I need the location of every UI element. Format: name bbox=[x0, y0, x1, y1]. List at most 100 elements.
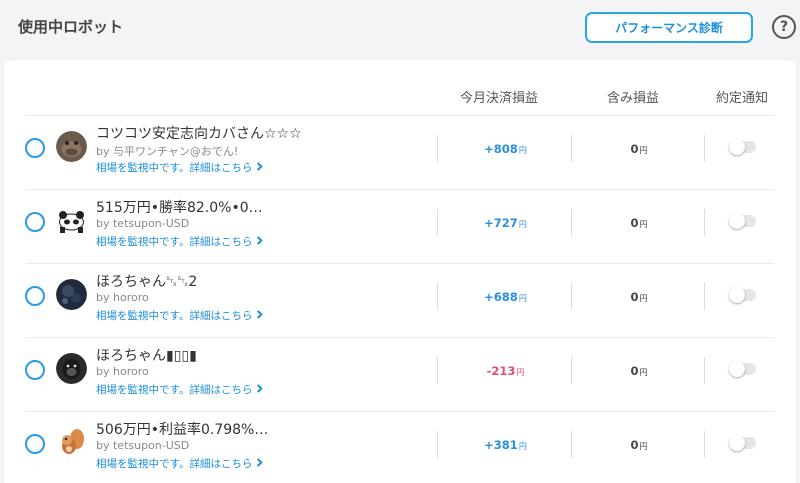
settled-pnl: +688円 bbox=[440, 290, 571, 304]
row-divider bbox=[26, 115, 774, 116]
toggle-knob bbox=[729, 213, 745, 229]
hippo-avatar-icon bbox=[56, 131, 87, 162]
robot-name[interactable]: コツコツ安定志向カバさん☆☆☆ bbox=[96, 123, 302, 143]
squirrel-avatar-icon bbox=[56, 427, 87, 458]
column-divider bbox=[571, 209, 572, 236]
robot-author: by 与平ワンチャン@おでん! bbox=[96, 145, 239, 158]
settled-pnl-unit: 円 bbox=[518, 146, 527, 155]
settled-pnl-value: -213 bbox=[486, 364, 516, 378]
column-divider bbox=[437, 135, 438, 162]
column-header-unrealized: 含み損益 bbox=[607, 91, 660, 106]
notify-toggle[interactable] bbox=[729, 435, 756, 451]
column-divider bbox=[704, 209, 705, 236]
column-divider bbox=[571, 357, 572, 384]
settled-pnl: +727円 bbox=[440, 216, 571, 230]
robot-author: by hororo bbox=[96, 365, 149, 378]
notify-toggle[interactable] bbox=[729, 139, 756, 155]
column-divider bbox=[704, 431, 705, 458]
robot-status-link[interactable]: 相場を監視中です。詳細はこちら bbox=[96, 382, 264, 397]
arrow-right-icon bbox=[255, 161, 264, 174]
column-divider bbox=[704, 135, 705, 162]
robot-author: by tetsupon-USD bbox=[96, 217, 190, 230]
robot-select-radio[interactable] bbox=[25, 286, 45, 306]
robot-status-text: 相場を監視中です。詳細はこちら bbox=[96, 458, 253, 470]
panda-avatar-icon bbox=[56, 205, 87, 236]
unrealized-pnl-value: 0 bbox=[630, 290, 639, 304]
settled-pnl-value: +727 bbox=[484, 216, 518, 230]
arrow-right-icon bbox=[255, 235, 264, 248]
unrealized-pnl-unit: 円 bbox=[639, 220, 648, 229]
unrealized-pnl: 0円 bbox=[574, 290, 704, 304]
column-header-settled: 今月決済損益 bbox=[460, 91, 539, 106]
unrealized-pnl-value: 0 bbox=[630, 216, 639, 230]
robot-name[interactable]: 506万円•利益率0.798%… bbox=[96, 419, 268, 439]
toggle-knob bbox=[729, 287, 745, 303]
unrealized-pnl: 0円 bbox=[574, 364, 704, 378]
robot-status-link[interactable]: 相場を監視中です。詳細はこちら bbox=[96, 234, 264, 249]
robot-status-text: 相場を監視中です。詳細はこちら bbox=[96, 162, 253, 174]
robot-status-text: 相場を監視中です。詳細はこちら bbox=[96, 384, 253, 396]
dark-avatar-icon bbox=[56, 279, 87, 310]
settled-pnl: -213円 bbox=[440, 364, 571, 378]
robot-status-link[interactable]: 相場を監視中です。詳細はこちら bbox=[96, 308, 264, 323]
robot-status-text: 相場を監視中です。詳細はこちら bbox=[96, 310, 253, 322]
robot-author: by tetsupon-USD bbox=[96, 439, 190, 452]
column-divider bbox=[437, 283, 438, 310]
settled-pnl-value: +381 bbox=[484, 438, 518, 452]
unrealized-pnl: 0円 bbox=[574, 438, 704, 452]
robot-status-link[interactable]: 相場を監視中です。詳細はこちら bbox=[96, 160, 264, 175]
robot-name[interactable]: ほろちゃん▮▯▯▮ bbox=[96, 345, 197, 365]
top-bar: 使用中ロボット パフォーマンス診断 ? bbox=[0, 0, 800, 60]
robot-status-link[interactable]: 相場を監視中です。詳細はこちら bbox=[96, 456, 264, 471]
row-divider bbox=[26, 411, 774, 412]
page-title: 使用中ロボット bbox=[18, 18, 124, 36]
row-divider bbox=[26, 189, 774, 190]
arrow-right-icon bbox=[255, 383, 264, 396]
notify-toggle[interactable] bbox=[729, 213, 756, 229]
toggle-knob bbox=[729, 361, 745, 377]
robot-row: コツコツ安定志向カバさん☆☆☆ by 与平ワンチャン@おでん! 相場を監視中です… bbox=[4, 115, 796, 188]
robot-select-radio[interactable] bbox=[25, 138, 45, 158]
robot-status-text: 相場を監視中です。詳細はこちら bbox=[96, 236, 253, 248]
robot-select-radio[interactable] bbox=[25, 212, 45, 232]
robot-row: 515万円•勝率82.0%•0… by tetsupon-USD 相場を監視中で… bbox=[4, 189, 796, 262]
robot-row: ほろちゃん␂␂2 by hororo 相場を監視中です。詳細はこちら +688円… bbox=[4, 263, 796, 336]
row-divider bbox=[26, 337, 774, 338]
arrow-right-icon bbox=[255, 457, 264, 470]
robot-select-radio[interactable] bbox=[25, 434, 45, 454]
robot-list-panel: 今月決済損益 含み損益 約定通知 コツコツ安定志向カバさん☆☆☆ by 与平ワン… bbox=[4, 60, 796, 483]
column-header-notify: 約定通知 bbox=[716, 91, 769, 106]
settled-pnl-unit: 円 bbox=[516, 368, 525, 377]
toggle-knob bbox=[729, 139, 745, 155]
robot-select-radio[interactable] bbox=[25, 360, 45, 380]
settled-pnl: +381円 bbox=[440, 438, 571, 452]
column-divider bbox=[571, 135, 572, 162]
settled-pnl-unit: 円 bbox=[518, 220, 527, 229]
settled-pnl-value: +808 bbox=[484, 142, 518, 156]
unrealized-pnl-unit: 円 bbox=[639, 294, 648, 303]
settled-pnl: +808円 bbox=[440, 142, 571, 156]
unrealized-pnl-value: 0 bbox=[630, 142, 639, 156]
column-divider bbox=[571, 431, 572, 458]
unrealized-pnl-value: 0 bbox=[630, 364, 639, 378]
column-divider bbox=[437, 209, 438, 236]
row-divider bbox=[26, 263, 774, 264]
help-icon[interactable]: ? bbox=[772, 15, 796, 39]
unrealized-pnl-unit: 円 bbox=[639, 442, 648, 451]
robot-name[interactable]: ほろちゃん␂␂2 bbox=[96, 271, 197, 291]
unrealized-pnl: 0円 bbox=[574, 142, 704, 156]
robot-row: 506万円•利益率0.798%… by tetsupon-USD 相場を監視中で… bbox=[4, 411, 796, 483]
column-divider bbox=[704, 283, 705, 310]
unrealized-pnl: 0円 bbox=[574, 216, 704, 230]
robot-author: by hororo bbox=[96, 291, 149, 304]
notify-toggle[interactable] bbox=[729, 287, 756, 303]
settled-pnl-unit: 円 bbox=[518, 294, 527, 303]
unrealized-pnl-unit: 円 bbox=[639, 146, 648, 155]
column-divider bbox=[437, 357, 438, 384]
performance-diagnosis-button[interactable]: パフォーマンス診断 bbox=[585, 12, 753, 43]
unrealized-pnl-unit: 円 bbox=[639, 368, 648, 377]
gorilla-avatar-icon bbox=[56, 353, 87, 384]
arrow-right-icon bbox=[255, 309, 264, 322]
notify-toggle[interactable] bbox=[729, 361, 756, 377]
robot-name[interactable]: 515万円•勝率82.0%•0… bbox=[96, 197, 263, 217]
